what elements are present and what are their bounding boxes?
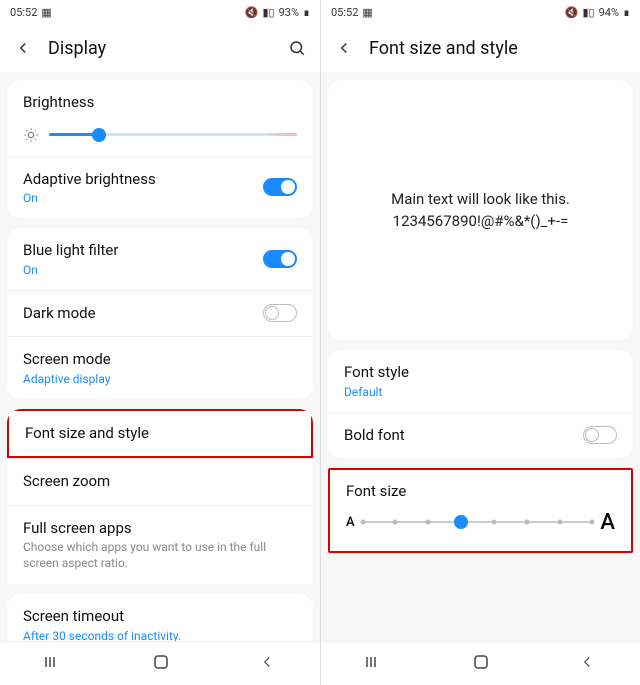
brightness-thumb[interactable] bbox=[92, 128, 106, 142]
recent-apps-button[interactable] bbox=[44, 654, 64, 673]
dark-mode-row[interactable]: Dark mode bbox=[7, 290, 313, 337]
settings-list: Brightness Adaptive brightness On Blue l bbox=[0, 72, 320, 641]
mute-icon: 🔇 bbox=[245, 6, 259, 19]
navigation-bar bbox=[321, 641, 640, 685]
font-style-label: Font style bbox=[344, 363, 617, 383]
page-title: Display bbox=[48, 38, 272, 59]
battery-text: 93% bbox=[279, 6, 299, 19]
battery-icon: ∎ bbox=[623, 6, 630, 19]
screen-zoom-row[interactable]: Screen zoom bbox=[7, 458, 313, 505]
back-button[interactable] bbox=[578, 653, 596, 675]
dark-mode-label: Dark mode bbox=[23, 304, 297, 324]
font-size-label: Font size bbox=[346, 482, 615, 502]
font-size-style-label: Font size and style bbox=[25, 424, 295, 444]
screen-zoom-label: Screen zoom bbox=[23, 472, 297, 492]
battery-text: 94% bbox=[599, 6, 619, 19]
status-time: 05:52 bbox=[10, 6, 37, 19]
font-size-slider[interactable]: A A bbox=[346, 510, 615, 535]
screen-timeout-status: After 30 seconds of inactivity. bbox=[23, 629, 297, 641]
signal-icon: ▮▯ bbox=[262, 6, 274, 19]
status-bar: 05:52 ▦ 🔇 ▮▯ 93% ∎ bbox=[0, 0, 320, 24]
recent-apps-button[interactable] bbox=[365, 654, 385, 673]
brightness-label: Brightness bbox=[23, 93, 297, 113]
brightness-slider[interactable] bbox=[23, 127, 297, 143]
adaptive-brightness-row[interactable]: Adaptive brightness On bbox=[7, 156, 313, 219]
small-a-icon: A bbox=[346, 515, 355, 530]
header: Font size and style bbox=[321, 24, 640, 72]
screen-timeout-label: Screen timeout bbox=[23, 607, 297, 627]
screen-timeout-row[interactable]: Screen timeout After 30 seconds of inact… bbox=[7, 594, 313, 641]
bold-font-row[interactable]: Bold font bbox=[328, 412, 633, 459]
blue-light-status: On bbox=[23, 263, 297, 277]
screenshot-icon: ▦ bbox=[362, 6, 372, 19]
screen-mode-row[interactable]: Screen mode Adaptive display bbox=[7, 336, 313, 399]
preview-line-2: 1234567890!@#%&*()_+-= bbox=[393, 210, 569, 233]
brightness-track[interactable] bbox=[49, 133, 297, 136]
bold-font-toggle[interactable] bbox=[583, 426, 617, 444]
home-button[interactable] bbox=[472, 653, 490, 675]
back-icon[interactable] bbox=[14, 39, 32, 57]
back-button[interactable] bbox=[258, 653, 276, 675]
bold-font-label: Bold font bbox=[344, 426, 617, 446]
preview-line-1: Main text will look like this. bbox=[391, 188, 570, 211]
screen-mode-status: Adaptive display bbox=[23, 372, 297, 386]
page-title: Font size and style bbox=[369, 38, 626, 59]
header: Display bbox=[0, 24, 320, 72]
status-bar: 05:52 ▦ 🔇 ▮▯ 94% ∎ bbox=[321, 0, 640, 24]
font-size-style-row[interactable]: Font size and style bbox=[7, 409, 313, 459]
font-size-thumb[interactable] bbox=[454, 515, 468, 529]
search-icon[interactable] bbox=[288, 39, 306, 57]
blue-light-row[interactable]: Blue light filter On bbox=[7, 228, 313, 290]
screen-mode-label: Screen mode bbox=[23, 350, 297, 370]
font-settings-screen: 05:52 ▦ 🔇 ▮▯ 94% ∎ Font size and style M… bbox=[320, 0, 640, 685]
battery-icon: ∎ bbox=[303, 6, 310, 19]
adaptive-brightness-status: On bbox=[23, 191, 297, 205]
sun-icon bbox=[23, 127, 39, 143]
mute-icon: 🔇 bbox=[565, 6, 579, 19]
blue-light-toggle[interactable] bbox=[263, 250, 297, 268]
home-button[interactable] bbox=[152, 653, 170, 675]
signal-icon: ▮▯ bbox=[582, 6, 594, 19]
adaptive-brightness-toggle[interactable] bbox=[263, 178, 297, 196]
font-size-card: Font size A A bbox=[328, 468, 633, 553]
display-settings-screen: 05:52 ▦ 🔇 ▮▯ 93% ∎ Display Brightness bbox=[0, 0, 320, 685]
font-preview: Main text will look like this. 123456789… bbox=[328, 80, 633, 340]
screenshot-icon: ▦ bbox=[41, 6, 51, 19]
font-size-track[interactable] bbox=[363, 521, 593, 523]
full-screen-apps-row[interactable]: Full screen apps Choose which apps you w… bbox=[7, 505, 313, 585]
font-style-row[interactable]: Font style Default bbox=[328, 350, 633, 412]
dark-mode-toggle[interactable] bbox=[263, 304, 297, 322]
blue-light-label: Blue light filter bbox=[23, 241, 297, 261]
status-time: 05:52 bbox=[331, 6, 358, 19]
brightness-row[interactable]: Brightness bbox=[7, 80, 313, 156]
full-screen-apps-desc: Choose which apps you want to use in the… bbox=[23, 540, 297, 571]
full-screen-apps-label: Full screen apps bbox=[23, 519, 297, 539]
font-style-status: Default bbox=[344, 385, 617, 399]
font-settings-content: Main text will look like this. 123456789… bbox=[321, 72, 640, 641]
back-icon[interactable] bbox=[335, 39, 353, 57]
navigation-bar bbox=[0, 641, 320, 685]
adaptive-brightness-label: Adaptive brightness bbox=[23, 170, 297, 190]
large-a-icon: A bbox=[600, 510, 615, 535]
